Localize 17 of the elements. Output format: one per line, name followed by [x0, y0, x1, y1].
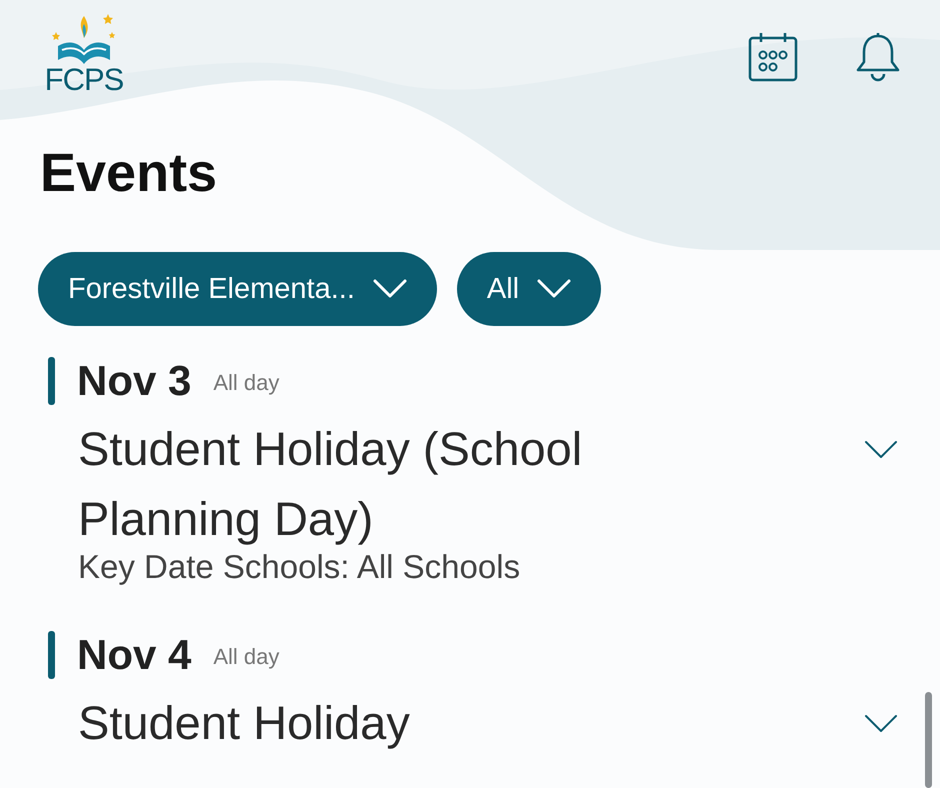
logo-text: FCPS: [44, 64, 124, 95]
event-time: All day: [213, 370, 280, 396]
calendar-icon[interactable]: [748, 32, 798, 82]
date-marker: [48, 357, 55, 405]
chevron-down-icon[interactable]: [864, 440, 898, 460]
chevron-down-icon: [372, 279, 407, 299]
filter-dropdown[interactable]: Forestville Elementa...: [38, 252, 437, 326]
event-time: All day: [213, 644, 280, 670]
event-title[interactable]: Student Holiday: [78, 688, 718, 758]
notification-bell-icon[interactable]: [854, 32, 902, 82]
chevron-down-icon[interactable]: [864, 714, 898, 734]
date-marker: [48, 631, 55, 679]
chevron-down-icon: [537, 279, 572, 299]
event-date: Nov 3: [77, 357, 192, 405]
filter-dropdown[interactable]: All: [456, 252, 602, 326]
event-date: Nov 4: [77, 631, 192, 679]
page-title: Events: [40, 142, 218, 205]
